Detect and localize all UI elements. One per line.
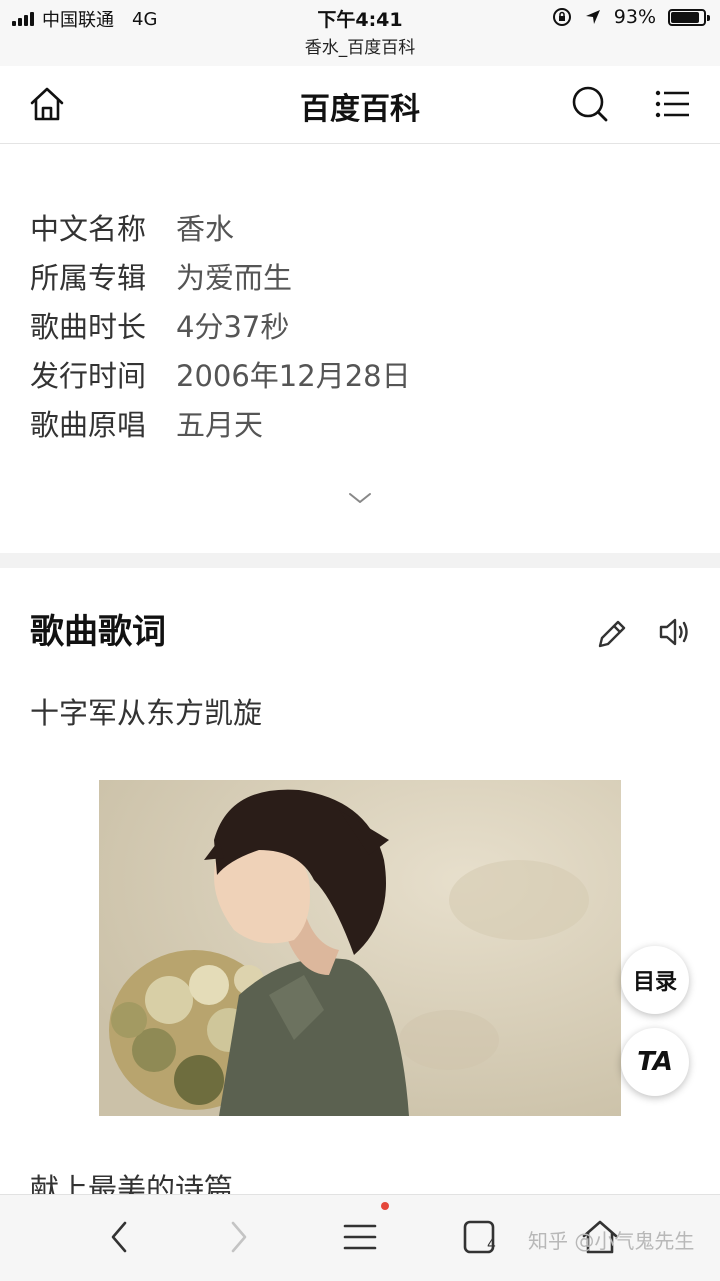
page-subtitle: 香水_百度百科 bbox=[304, 38, 416, 58]
info-row: 中文名称 香水 bbox=[30, 205, 411, 254]
pencil-icon[interactable] bbox=[592, 614, 632, 654]
battery-percent: 93% bbox=[613, 6, 656, 28]
info-label: 所属专辑 bbox=[30, 261, 147, 295]
info-value: 为爱而生 bbox=[176, 261, 293, 295]
top-nav: 百度百科 bbox=[0, 66, 720, 144]
info-value: 2006年12月28日 bbox=[176, 359, 411, 393]
info-row: 歌曲时长 4分37秒 bbox=[30, 303, 411, 352]
bottom-toolbar: 4 知乎 @小气鬼先生 bbox=[0, 1194, 720, 1281]
lyric-line: 十字军从东方凯旋 bbox=[30, 696, 263, 730]
chevron-right-icon[interactable] bbox=[218, 1217, 258, 1257]
info-value: 4分37秒 bbox=[176, 310, 290, 344]
menu-icon[interactable] bbox=[340, 1217, 380, 1257]
info-label: 中文名称 bbox=[30, 212, 147, 246]
info-row: 发行时间 2006年12月28日 bbox=[30, 352, 411, 401]
section-divider bbox=[0, 553, 720, 568]
toc-label: 目录 bbox=[632, 970, 677, 995]
rotation-lock-icon bbox=[552, 8, 571, 26]
info-row: 歌曲原唱 五月天 bbox=[30, 401, 411, 450]
ta-button[interactable]: TA bbox=[621, 1028, 689, 1096]
info-value: 五月天 bbox=[176, 408, 264, 442]
tab-count: 4 bbox=[487, 1237, 496, 1253]
ta-label: TA bbox=[637, 1047, 673, 1077]
status-right: 93% bbox=[552, 6, 710, 28]
info-label: 歌曲时长 bbox=[30, 310, 147, 344]
battery-fill bbox=[671, 11, 699, 23]
info-label: 歌曲原唱 bbox=[30, 408, 147, 442]
menu-icon[interactable] bbox=[653, 84, 693, 124]
photo-illustration bbox=[99, 780, 621, 1116]
speaker-icon[interactable] bbox=[656, 612, 696, 652]
status-bar: 中国联通 4G 下午4:41 香水_百度百科 93% bbox=[0, 0, 720, 66]
chevron-left-icon[interactable] bbox=[100, 1217, 140, 1257]
toc-button[interactable]: 目录 bbox=[621, 946, 689, 1014]
notification-dot bbox=[381, 1202, 389, 1210]
section-title: 歌曲歌词 bbox=[30, 612, 166, 652]
info-row: 所属专辑 为爱而生 bbox=[30, 254, 411, 303]
info-label: 发行时间 bbox=[30, 359, 147, 393]
page-title: 百度百科 bbox=[300, 92, 420, 127]
watermark: 知乎 @小气鬼先生 bbox=[528, 1229, 695, 1253]
chevron-down-icon[interactable] bbox=[347, 490, 373, 506]
battery-icon bbox=[668, 8, 710, 26]
location-arrow-icon bbox=[585, 10, 600, 24]
singer-photo[interactable] bbox=[99, 780, 621, 1116]
search-icon[interactable] bbox=[570, 84, 610, 124]
info-value: 香水 bbox=[176, 212, 235, 246]
basic-info: 中文名称 香水 所属专辑 为爱而生 歌曲时长 4分37秒 发行时间 2006年1… bbox=[30, 205, 411, 450]
